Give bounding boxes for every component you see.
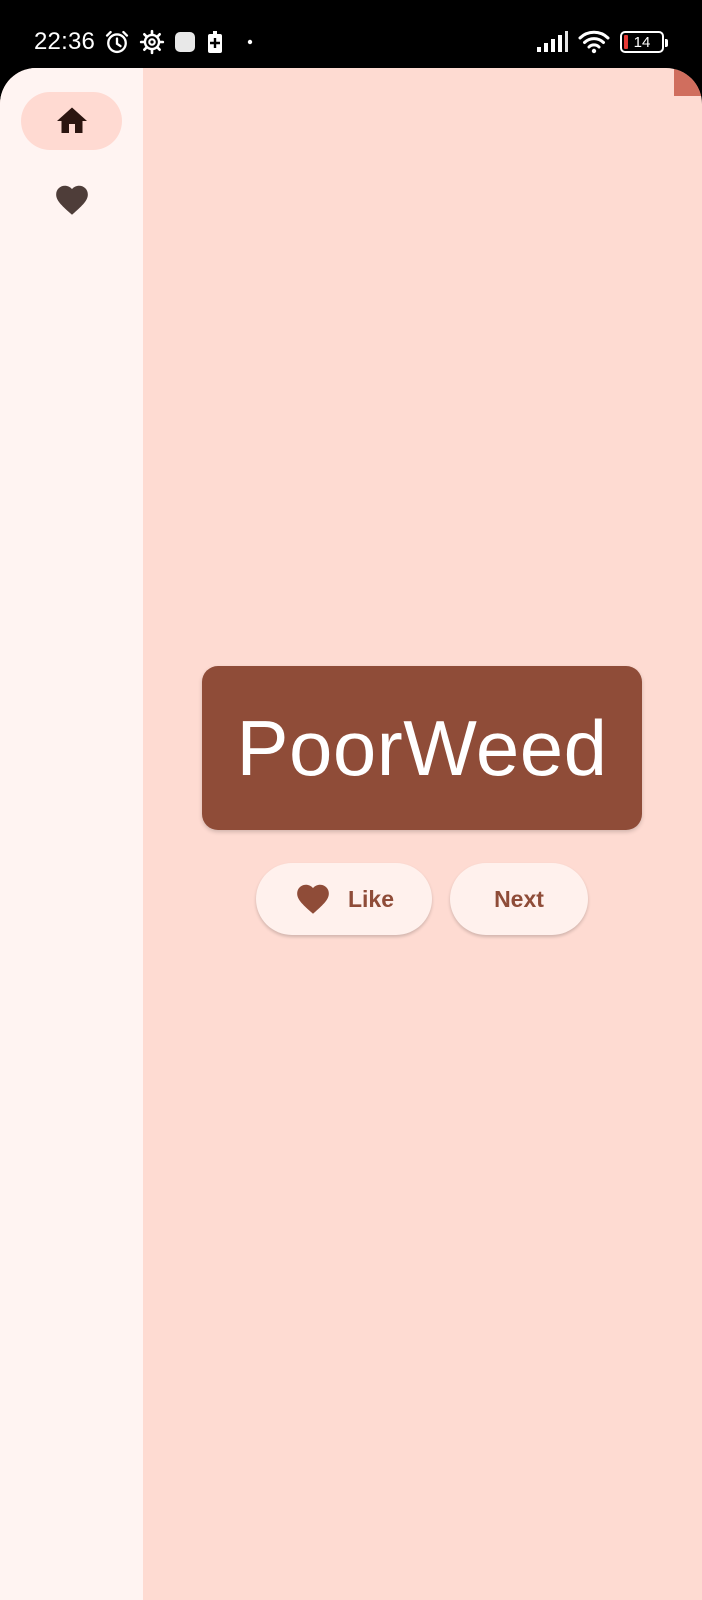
like-button[interactable]: Like [256,863,432,935]
rail-item-home[interactable] [21,92,122,150]
battery-fill [624,35,628,49]
word-card: PoorWeed [202,666,642,830]
heart-icon [55,185,88,215]
navigation-rail [0,68,143,1600]
status-bar: 22:36 14 [0,0,702,68]
alarm-icon [103,28,131,56]
like-button-label: Like [347,885,395,912]
dot-icon [247,39,253,45]
app-window: PoorWeed Like Next [0,68,702,1600]
clock: 22:36 [34,28,96,55]
word-pair-text: PoorWeed [236,703,608,792]
battery-level: 14 [633,33,651,51]
next-button[interactable]: Next [450,863,588,935]
settings-gear-icon [139,29,165,55]
next-button-label: Next [494,885,544,912]
status-left: 22:36 [34,26,253,58]
rail-item-favorites[interactable] [21,171,122,229]
corner-tint [674,68,702,96]
home-icon [56,107,87,133]
battery-icon: 14 [620,31,668,53]
app-notification-icon [173,30,197,54]
battery-saver-icon [205,30,225,54]
status-right: 14 [536,26,668,58]
cellular-signal-icon [536,31,568,53]
wifi-icon [578,30,610,54]
heart-icon [297,884,329,914]
